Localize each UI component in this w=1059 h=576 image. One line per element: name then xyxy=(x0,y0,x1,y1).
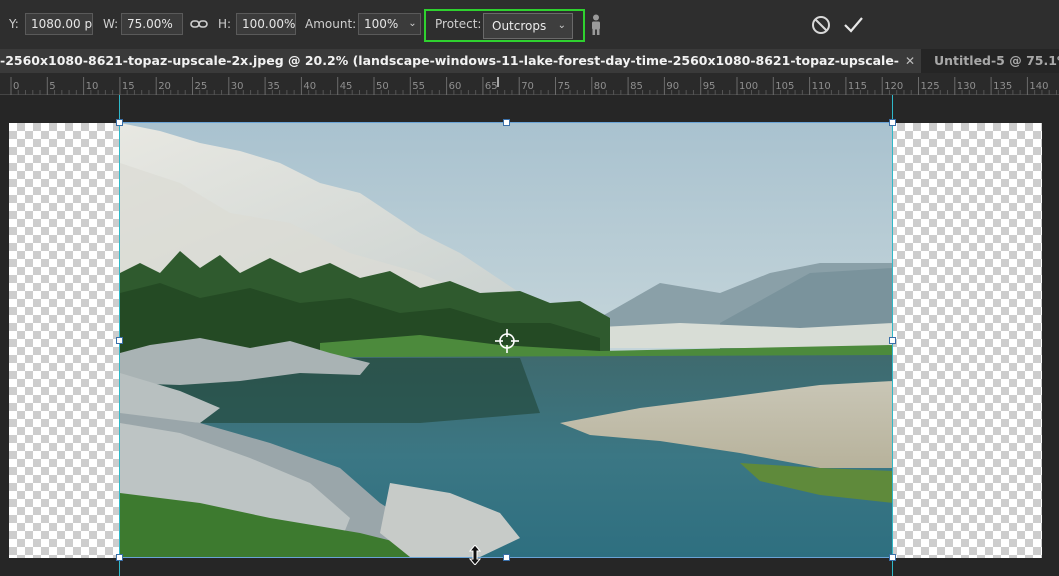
ruler-tick-label: 30 xyxy=(231,81,244,92)
handle-bottom-center[interactable] xyxy=(503,554,510,561)
w-label: W: xyxy=(103,17,119,31)
h-label: H: xyxy=(218,17,232,31)
height-field[interactable]: 100.00% xyxy=(236,13,296,35)
handle-bottom-right[interactable] xyxy=(889,554,896,561)
ruler-tick-label: 5 xyxy=(49,81,55,92)
ruler-tick-label: 110 xyxy=(812,81,831,92)
ruler-tick-label: 0 xyxy=(13,81,19,92)
ruler-tick-label: 40 xyxy=(303,81,316,92)
ruler-tick-label: 120 xyxy=(884,81,903,92)
document-tab-bar: -2560x1080-8621-topaz-upscale-2x.jpeg @ … xyxy=(0,49,1059,73)
ruler-tick-label: 125 xyxy=(921,81,940,92)
handle-top-left[interactable] xyxy=(116,119,123,126)
ruler-tick-label: 35 xyxy=(267,81,280,92)
width-field[interactable]: 75.00% xyxy=(121,13,183,35)
options-bar: Y: 1080.00 p: W: 75.00% H: 100.00% Amoun… xyxy=(0,0,1059,50)
ruler-tick-label: 80 xyxy=(594,81,607,92)
ruler-tick-label: 25 xyxy=(195,81,208,92)
resize-cursor-icon xyxy=(468,544,482,569)
ruler-tick-label: 75 xyxy=(558,81,571,92)
ruler-tick-label: 65 xyxy=(485,81,498,92)
ruler-tick-label: 140 xyxy=(1029,81,1048,92)
ruler-tick-label: 55 xyxy=(412,81,425,92)
close-icon[interactable]: ✕ xyxy=(905,49,915,73)
ruler-tick-label: 135 xyxy=(993,81,1012,92)
crosshair-icon[interactable] xyxy=(495,329,519,357)
cancel-icon[interactable] xyxy=(811,15,831,39)
handle-bottom-left[interactable] xyxy=(116,554,123,561)
ruler-tick-label: 70 xyxy=(521,81,534,92)
ruler-tick-label: 45 xyxy=(340,81,353,92)
protect-label: Protect: xyxy=(435,17,482,31)
handle-top-center[interactable] xyxy=(503,119,510,126)
person-icon[interactable] xyxy=(589,14,603,40)
ruler-tick-label: 130 xyxy=(957,81,976,92)
ruler-tick-label: 20 xyxy=(158,81,171,92)
ruler-tick-label: 100 xyxy=(739,81,758,92)
handle-top-right[interactable] xyxy=(889,119,896,126)
tab-active-label: -2560x1080-8621-topaz-upscale-2x.jpeg @ … xyxy=(0,53,900,68)
handle-middle-right[interactable] xyxy=(889,337,896,344)
y-position-field[interactable]: 1080.00 p: xyxy=(25,13,93,35)
link-icon[interactable] xyxy=(190,16,208,36)
protect-select-value: Outcrops xyxy=(492,19,547,33)
protect-select[interactable]: Outcrops ⌄ xyxy=(483,13,573,39)
amount-field[interactable]: 100% xyxy=(358,13,406,35)
right-guide xyxy=(892,95,893,576)
ruler-tick-label: 115 xyxy=(848,81,867,92)
tab-untitled-5[interactable]: Untitled-5 @ 75.1% ( xyxy=(921,49,1059,73)
ruler-tick-label: 85 xyxy=(630,81,643,92)
ruler-tick-label: 95 xyxy=(703,81,716,92)
amount-dropdown-icon[interactable]: ⌄ xyxy=(405,13,421,35)
y-label: Y: xyxy=(9,17,19,31)
ruler-ticks: 0 5 10 15 20 25 30 35 40 45 50 55 60 65 70 75 80 85 90 95 10… xyxy=(10,77,1057,95)
ruler-tick-label: 105 xyxy=(775,81,794,92)
ruler-tick-label: 90 xyxy=(666,81,679,92)
ruler-tick-label: 10 xyxy=(86,81,99,92)
ruler-tick-label: 15 xyxy=(122,81,135,92)
ruler-tick-label: 50 xyxy=(376,81,389,92)
tab-inactive-label: Untitled-5 @ 75.1% ( xyxy=(934,53,1059,68)
ruler-tick-label: 60 xyxy=(449,81,462,92)
horizontal-ruler[interactable]: 0 5 10 15 20 25 30 35 40 45 50 55 60 65 70 75 80 85 90 95 10… xyxy=(0,73,1059,95)
handle-middle-left[interactable] xyxy=(116,337,123,344)
left-guide xyxy=(119,95,120,576)
tab-active-document[interactable]: -2560x1080-8621-topaz-upscale-2x.jpeg @ … xyxy=(0,49,921,73)
checkmark-icon[interactable] xyxy=(842,14,864,40)
chevron-down-icon: ⌄ xyxy=(557,20,566,31)
amount-label: Amount: xyxy=(305,17,357,31)
